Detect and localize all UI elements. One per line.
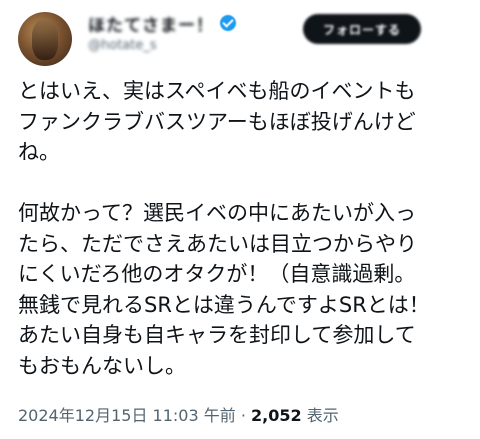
tweet-line: 何故かって？選民イベの中にあたいが入っ: [18, 201, 416, 225]
tweet-timestamp[interactable]: 2024年12月15日 11:03 午前: [18, 406, 236, 425]
author-display-name[interactable]: ほたてさまー！: [88, 11, 214, 36]
tweet-body: とはいえ、実はスペイベも船のイベントも ファンクラブバスツアーもほぼ投げんけど …: [18, 76, 468, 381]
views-count: 2,052: [251, 406, 302, 425]
follow-button[interactable]: フォローする: [303, 14, 421, 44]
author-handle[interactable]: @hotate_s: [88, 38, 157, 53]
verified-badge-icon: [220, 15, 236, 31]
tweet-line: 無銭で見れるSRとは違うんですよSRとは！: [18, 292, 430, 317]
tweet-line: ファンクラブバスツアーもほぼ投げんけど: [18, 109, 416, 134]
tweet-line: ね。: [18, 140, 60, 164]
author-name-row: ほたてさまー！: [88, 11, 236, 36]
tweet-line: にくいだろ他のオタクが！（自意識過剰。: [18, 262, 416, 286]
tweet-line: たら、ただでさえあたいは目立つからやり: [18, 231, 417, 256]
avatar-photo: [32, 20, 58, 60]
tweet-line: あたい自身も自キャラを封印して参加して: [18, 323, 416, 347]
tweet-line: とはいえ、実はスペイベも船のイベントも: [18, 79, 416, 103]
author-avatar[interactable]: [18, 12, 72, 66]
tweet-meta: 2024年12月15日 11:03 午前 · 2,052 表示: [18, 402, 339, 426]
views-label: 表示: [301, 406, 339, 425]
meta-separator: ·: [235, 406, 251, 425]
tweet: ほたてさまー！ @hotate_s フォローする とはいえ、実はスペイベも船のイ…: [0, 0, 480, 439]
tweet-line: もおもんないし。: [18, 353, 186, 378]
